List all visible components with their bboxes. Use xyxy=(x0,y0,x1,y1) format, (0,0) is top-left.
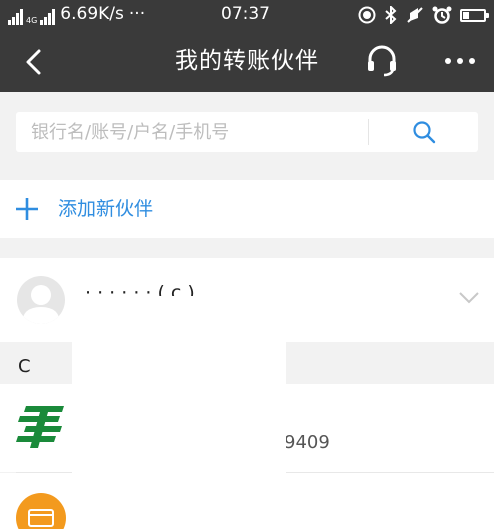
status-right xyxy=(358,4,489,26)
signal-icon xyxy=(8,9,23,25)
status-left: 4G 6.69K/s ··· xyxy=(8,3,145,25)
section-gap xyxy=(0,238,494,258)
network-speed: 6.69K/s xyxy=(60,4,124,24)
bluetooth-icon xyxy=(385,6,397,24)
add-partner-button[interactable]: 添加新伙伴 xyxy=(0,180,494,238)
location-icon xyxy=(358,6,376,24)
more-icon[interactable] xyxy=(440,46,480,76)
status-dots: ··· xyxy=(128,4,146,24)
nav-bar: 我的转账伙伴 xyxy=(0,30,494,92)
postal-bank-icon xyxy=(16,406,64,448)
search-box xyxy=(16,112,478,152)
status-bar: 4G 6.69K/s ··· 07:37 xyxy=(0,0,494,30)
mute-icon xyxy=(407,7,423,23)
clock: 07:37 xyxy=(221,4,270,24)
back-icon[interactable] xyxy=(20,47,50,77)
chevron-down-icon[interactable] xyxy=(458,291,480,305)
user-icon xyxy=(22,285,60,324)
page-title: 我的转账伙伴 xyxy=(175,48,319,74)
content-mask xyxy=(72,296,286,529)
search-area xyxy=(0,92,494,172)
add-partner-label: 添加新伙伴 xyxy=(58,198,154,220)
search-button[interactable] xyxy=(369,112,478,152)
search-input[interactable] xyxy=(16,112,368,152)
signal-icon-2 xyxy=(40,9,56,25)
search-icon xyxy=(412,121,435,144)
plus-icon xyxy=(16,198,38,220)
headset-icon[interactable] xyxy=(365,44,399,78)
battery-icon xyxy=(460,8,489,22)
network-tag: 4G xyxy=(26,16,38,25)
contact-name: · · · · · · ( c ) xyxy=(85,282,195,296)
avatar xyxy=(17,276,65,324)
account-number: 9409 xyxy=(284,432,330,453)
alarm-icon xyxy=(432,6,452,24)
bank-card-icon xyxy=(16,493,66,529)
